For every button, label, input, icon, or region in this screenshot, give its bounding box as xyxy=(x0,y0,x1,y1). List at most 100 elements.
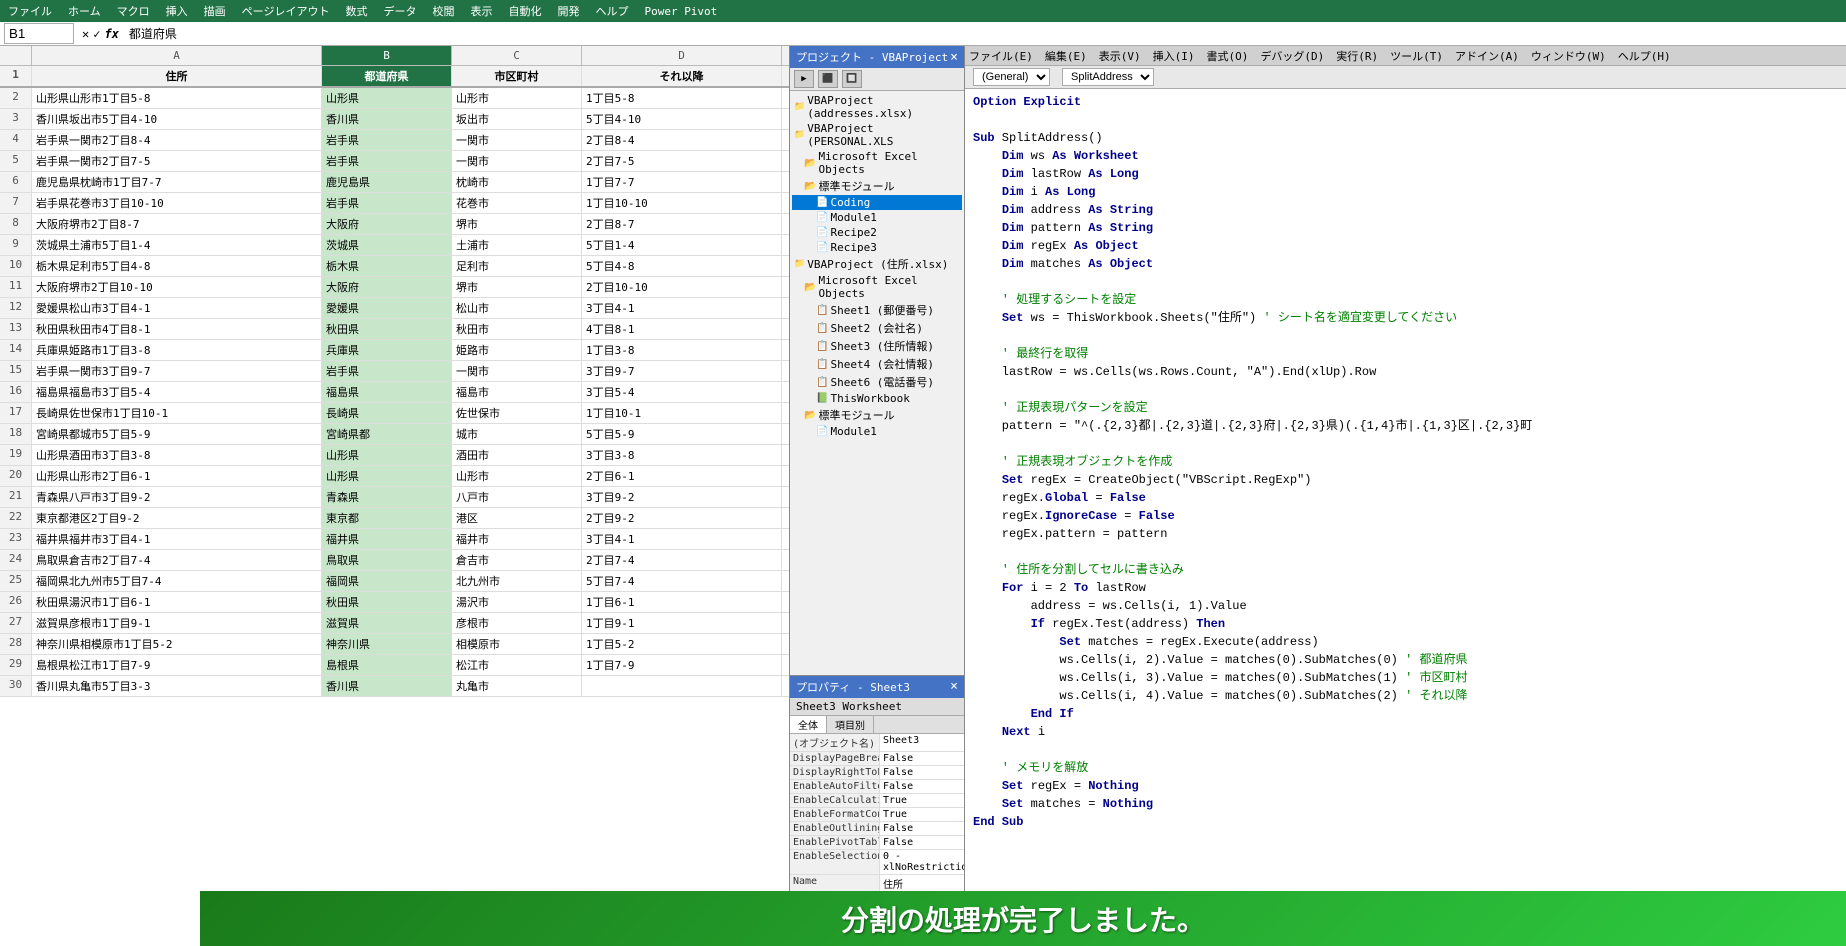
vba-tree-item[interactable]: 📄Coding xyxy=(792,195,962,210)
table-cell[interactable]: 彦根市 xyxy=(452,613,582,633)
vba-tree-item[interactable]: 📄Recipe2 xyxy=(792,225,962,240)
splitaddress-dropdown[interactable]: SplitAddress xyxy=(1062,68,1154,86)
table-cell[interactable]: 香川県 xyxy=(322,109,452,129)
vba-menu-item[interactable]: 挿入(I) xyxy=(1153,48,1195,64)
table-cell[interactable]: 土浦市 xyxy=(452,235,582,255)
table-cell[interactable]: 鹿児島県 xyxy=(322,172,452,192)
table-cell[interactable]: 八戸市 xyxy=(452,487,582,507)
table-cell[interactable]: 2丁目9-2 xyxy=(582,508,782,528)
menu-powerpivot[interactable]: Power Pivot xyxy=(644,5,717,18)
table-cell[interactable]: 堺市 xyxy=(452,214,582,234)
table-cell[interactable]: 2丁目8-4 xyxy=(582,130,782,150)
property-value[interactable]: True xyxy=(880,808,964,821)
table-cell[interactable]: 坂出市 xyxy=(452,109,582,129)
table-cell[interactable]: 岩手県花巻市3丁目10-10 xyxy=(32,193,322,213)
table-cell[interactable]: 3丁目9-2 xyxy=(582,487,782,507)
table-cell[interactable]: 湯沢市 xyxy=(452,592,582,612)
properties-tab-all[interactable]: 全体 xyxy=(790,716,827,733)
fx-icon[interactable]: fx xyxy=(104,27,118,41)
table-cell[interactable]: 青森県八戸市3丁目9-2 xyxy=(32,487,322,507)
menu-dev[interactable]: 開発 xyxy=(557,3,579,19)
table-cell[interactable]: 2丁目6-1 xyxy=(582,466,782,486)
table-cell[interactable]: 栃木県 xyxy=(322,256,452,276)
property-value[interactable]: Sheet3 xyxy=(880,734,964,751)
table-cell[interactable]: 東京都港区2丁目9-2 xyxy=(32,508,322,528)
vba-tree-item[interactable]: 📋Sheet1 (郵便番号) xyxy=(792,301,962,319)
table-cell[interactable]: 4丁目8-1 xyxy=(582,319,782,339)
table-cell[interactable]: 島根県 xyxy=(322,655,452,675)
table-cell[interactable]: 滋賀県彦根市1丁目9-1 xyxy=(32,613,322,633)
table-cell[interactable]: 堺市 xyxy=(452,277,582,297)
table-cell[interactable]: 神奈川県 xyxy=(322,634,452,654)
vba-menu-item[interactable]: 実行(R) xyxy=(1336,48,1378,64)
table-cell[interactable]: 岩手県一関市3丁目9-7 xyxy=(32,361,322,381)
table-cell[interactable]: 大阪府 xyxy=(322,214,452,234)
table-cell[interactable]: 島根県松江市1丁目7-9 xyxy=(32,655,322,675)
vba-tree-item[interactable]: 📄Module1 xyxy=(792,424,962,439)
vba-tree-item[interactable]: 📗ThisWorkbook xyxy=(792,391,962,406)
table-cell[interactable]: 5丁目7-4 xyxy=(582,571,782,591)
table-cell[interactable]: 兵庫県姫路市1丁目3-8 xyxy=(32,340,322,360)
table-cell[interactable]: 2丁目7-5 xyxy=(582,151,782,171)
table-cell[interactable]: 岩手県 xyxy=(322,193,452,213)
table-cell[interactable]: 3丁目4-1 xyxy=(582,529,782,549)
vba-tree-item[interactable]: 📂標準モジュール xyxy=(792,177,962,195)
menu-draw[interactable]: 描画 xyxy=(204,3,226,19)
table-cell[interactable]: 5丁目5-9 xyxy=(582,424,782,444)
table-cell[interactable]: 5丁目4-10 xyxy=(582,109,782,129)
table-cell[interactable]: 松山市 xyxy=(452,298,582,318)
table-cell[interactable]: 岩手県一関市2丁目8-4 xyxy=(32,130,322,150)
header-cell-d[interactable]: それ以降 xyxy=(582,66,782,86)
cell-reference-input[interactable] xyxy=(4,23,74,44)
table-cell[interactable]: 1丁目10-1 xyxy=(582,403,782,423)
formula-input[interactable] xyxy=(127,25,1842,43)
table-cell[interactable]: 山形県 xyxy=(322,445,452,465)
header-cell-c[interactable]: 市区町村 xyxy=(452,66,582,86)
menu-review[interactable]: 校閲 xyxy=(432,3,454,19)
table-cell[interactable]: 宮崎県都城市5丁目5-9 xyxy=(32,424,322,444)
table-cell[interactable]: 茨城県土浦市5丁目1-4 xyxy=(32,235,322,255)
table-cell[interactable]: 相模原市 xyxy=(452,634,582,654)
table-cell[interactable]: 秋田市 xyxy=(452,319,582,339)
table-cell[interactable]: 宮崎県都 xyxy=(322,424,452,444)
menu-home[interactable]: ホーム xyxy=(68,3,101,19)
table-cell[interactable]: 5丁目4-8 xyxy=(582,256,782,276)
vba-menu-item[interactable]: デバッグ(D) xyxy=(1260,48,1324,64)
property-value[interactable]: 住所 xyxy=(880,875,964,892)
table-cell[interactable]: 枕崎市 xyxy=(452,172,582,192)
table-cell[interactable]: 大阪府堺市2丁目8-7 xyxy=(32,214,322,234)
table-cell[interactable]: 東京都 xyxy=(322,508,452,528)
property-value[interactable]: False xyxy=(880,780,964,793)
property-value[interactable]: False xyxy=(880,822,964,835)
table-cell[interactable]: 城市 xyxy=(452,424,582,444)
property-value[interactable]: True xyxy=(880,794,964,807)
cancel-icon[interactable]: ✕ xyxy=(82,27,89,41)
menu-data[interactable]: データ xyxy=(383,3,416,19)
table-cell[interactable]: 茨城県 xyxy=(322,235,452,255)
menu-pagelayout[interactable]: ページレイアウト xyxy=(242,3,330,19)
header-cell-b[interactable]: 都道府県 xyxy=(322,66,452,86)
table-cell[interactable]: 滋賀県 xyxy=(322,613,452,633)
menu-file[interactable]: ファイル xyxy=(8,3,52,19)
table-cell[interactable]: 2丁目8-7 xyxy=(582,214,782,234)
table-cell[interactable]: 香川県丸亀市5丁目3-3 xyxy=(32,676,322,696)
table-cell[interactable]: 愛媛県松山市3丁目4-1 xyxy=(32,298,322,318)
table-cell[interactable]: 北九州市 xyxy=(452,571,582,591)
table-cell[interactable]: 2丁目10-10 xyxy=(582,277,782,297)
col-header-a[interactable]: A xyxy=(32,46,322,65)
table-cell[interactable]: 福島県 xyxy=(322,382,452,402)
property-value[interactable]: False xyxy=(880,752,964,765)
vba-menu-item[interactable]: 書式(O) xyxy=(1207,48,1249,64)
table-cell[interactable]: 岩手県 xyxy=(322,151,452,171)
table-cell[interactable]: 酒田市 xyxy=(452,445,582,465)
table-cell[interactable]: 3丁目4-1 xyxy=(582,298,782,318)
table-cell[interactable]: 松江市 xyxy=(452,655,582,675)
vba-tree-item[interactable]: 📁VBAProject (住所.xlsx) xyxy=(792,255,962,273)
vba-tree-item[interactable]: 📄Module1 xyxy=(792,210,962,225)
table-cell[interactable] xyxy=(582,676,782,696)
property-value[interactable]: False xyxy=(880,766,964,779)
table-cell[interactable]: 山形県山形市2丁目6-1 xyxy=(32,466,322,486)
properties-tab-category[interactable]: 項目別 xyxy=(827,716,874,733)
table-cell[interactable]: 鹿児島県枕崎市1丁目7-7 xyxy=(32,172,322,192)
table-cell[interactable]: 花巻市 xyxy=(452,193,582,213)
